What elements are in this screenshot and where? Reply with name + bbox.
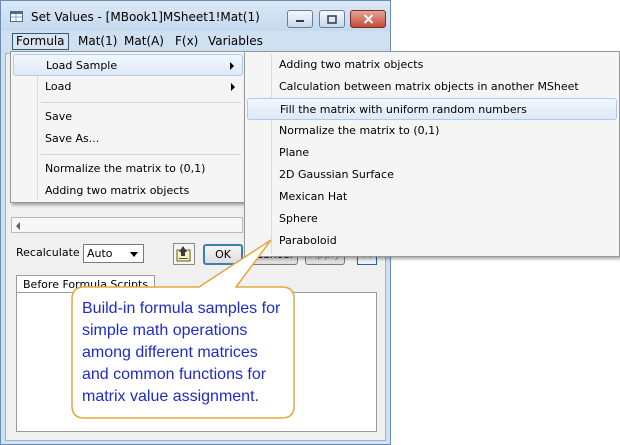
callout-text: Build-in formula samples for simple math…	[82, 300, 281, 405]
